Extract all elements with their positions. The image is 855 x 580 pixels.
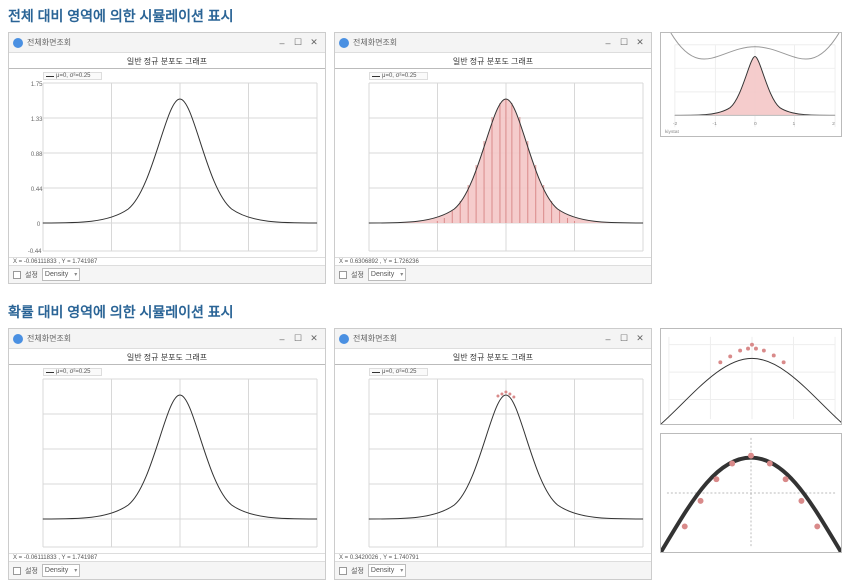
settings-checkbox[interactable] — [13, 567, 21, 575]
status-bar: 설정 Density ▾ — [335, 561, 651, 579]
plot-svg: 1.75 1.33 0.88 0.44 0 -0.44 — [9, 69, 325, 257]
app-icon — [13, 334, 23, 344]
coord-readout: X = 0.3420026 , Y = 1.740791 — [335, 553, 651, 561]
density-dropdown[interactable]: Density ▾ — [42, 268, 80, 281]
plot-svg — [9, 365, 325, 553]
minimize-button[interactable]: – — [601, 332, 615, 346]
side-column-2 — [660, 328, 842, 580]
preview-fill-full: -2 -1 0 1 2 kiystat — [660, 32, 842, 137]
titlebar: 전체화면조회 – ☐ ✕ — [9, 33, 325, 53]
close-button[interactable]: ✕ — [307, 36, 321, 50]
app-icon — [339, 334, 349, 344]
chart-area: μ=0, σ²=0.25 — [335, 365, 651, 553]
row-1: 전체화면조회 – ☐ ✕ 일반 정규 분포도 그래프 μ=0, σ²=0.25 — [8, 32, 847, 284]
settings-label: 설정 — [25, 270, 38, 280]
window-title: 전체화면조회 — [353, 37, 397, 48]
svg-text:-1: -1 — [712, 121, 717, 127]
window-title: 전체화면조회 — [27, 333, 71, 344]
dropdown-value: Density — [371, 271, 394, 278]
status-bar: 설정 Density ▾ — [9, 265, 325, 283]
svg-text:kiystat: kiystat — [665, 129, 680, 135]
svg-text:1: 1 — [793, 121, 796, 127]
dropdown-arrow-icon: ▾ — [74, 567, 77, 574]
settings-label: 설정 — [351, 566, 364, 576]
section-title-prob: 확률 대비 영역에 의한 시뮬레이션 표시 — [8, 302, 847, 322]
settings-checkbox[interactable] — [339, 271, 347, 279]
plot-svg — [335, 365, 651, 553]
chart-title: 일반 정규 분포도 그래프 — [335, 349, 651, 365]
svg-text:0.88: 0.88 — [31, 152, 43, 158]
maximize-button[interactable]: ☐ — [291, 36, 305, 50]
chart-area: μ=0, σ²=0.25 1.75 1.33 0.88 0.44 0 -0.44 — [9, 69, 325, 257]
density-dropdown[interactable]: Density ▾ — [42, 564, 80, 577]
plot-svg — [335, 69, 651, 257]
row-2: 전체화면조회 – ☐ ✕ 일반 정규 분포도 그래프 μ=0, σ²=0.25 — [8, 328, 847, 580]
chart-area: μ=0, σ²=0.25 — [9, 365, 325, 553]
app-icon — [13, 38, 23, 48]
svg-text:2: 2 — [832, 121, 835, 127]
settings-checkbox[interactable] — [13, 271, 21, 279]
status-bar: 설정 Density ▾ — [9, 561, 325, 579]
dropdown-value: Density — [371, 567, 394, 574]
coord-readout: X = 0.6306892 , Y = 1.726236 — [335, 257, 651, 265]
titlebar: 전체화면조회 – ☐ ✕ — [335, 33, 651, 53]
chart-title: 일반 정규 분포도 그래프 — [9, 349, 325, 365]
section-title-full: 전체 대비 영역에 의한 시뮬레이션 표시 — [8, 6, 847, 26]
svg-text:0: 0 — [754, 121, 757, 127]
close-button[interactable]: ✕ — [307, 332, 321, 346]
window-title: 전체화면조회 — [353, 333, 397, 344]
close-button[interactable]: ✕ — [633, 36, 647, 50]
app-window-1: 전체화면조회 – ☐ ✕ 일반 정규 분포도 그래프 μ=0, σ²=0.25 — [8, 32, 326, 284]
maximize-button[interactable]: ☐ — [617, 332, 631, 346]
app-window-2: 전체화면조회 – ☐ ✕ 일반 정규 분포도 그래프 μ=0, σ²=0.25 — [334, 32, 652, 284]
settings-label: 설정 — [351, 270, 364, 280]
preview-thick-arc — [660, 433, 842, 553]
side-column-1: -2 -1 0 1 2 kiystat — [660, 32, 842, 284]
dropdown-value: Density — [45, 271, 68, 278]
coord-readout: X = -0.06111833 , Y = 1.741987 — [9, 553, 325, 561]
window-title: 전체화면조회 — [27, 37, 71, 48]
maximize-button[interactable]: ☐ — [291, 332, 305, 346]
minimize-button[interactable]: – — [275, 332, 289, 346]
dropdown-arrow-icon: ▾ — [400, 567, 403, 574]
chart-title: 일반 정규 분포도 그래프 — [335, 53, 651, 69]
minimize-button[interactable]: – — [275, 36, 289, 50]
settings-label: 설정 — [25, 566, 38, 576]
minimize-button[interactable]: – — [601, 36, 615, 50]
app-window-4: 전체화면조회 – ☐ ✕ 일반 정규 분포도 그래프 μ=0, σ²=0.25 — [334, 328, 652, 580]
chart-title: 일반 정규 분포도 그래프 — [9, 53, 325, 69]
svg-text:0.44: 0.44 — [31, 187, 43, 193]
svg-text:1.75: 1.75 — [31, 82, 43, 88]
dropdown-arrow-icon: ▾ — [74, 271, 77, 278]
dropdown-value: Density — [45, 567, 68, 574]
titlebar: 전체화면조회 – ☐ ✕ — [335, 329, 651, 349]
density-dropdown[interactable]: Density ▾ — [368, 268, 406, 281]
dropdown-arrow-icon: ▾ — [400, 271, 403, 278]
status-bar: 설정 Density ▾ — [335, 265, 651, 283]
svg-text:1.33: 1.33 — [31, 117, 43, 123]
app-window-3: 전체화면조회 – ☐ ✕ 일반 정규 분포도 그래프 μ=0, σ²=0.25 — [8, 328, 326, 580]
svg-text:-0.44: -0.44 — [28, 249, 42, 255]
density-dropdown[interactable]: Density ▾ — [368, 564, 406, 577]
svg-text:0: 0 — [37, 222, 41, 228]
chart-area: μ=0, σ²=0.25 — [335, 69, 651, 257]
close-button[interactable]: ✕ — [633, 332, 647, 346]
maximize-button[interactable]: ☐ — [617, 36, 631, 50]
titlebar: 전체화면조회 – ☐ ✕ — [9, 329, 325, 349]
svg-text:-2: -2 — [673, 121, 678, 127]
settings-checkbox[interactable] — [339, 567, 347, 575]
preview-peak-dots — [660, 328, 842, 425]
coord-readout: X = -0.06111833 , Y = 1.741987 — [9, 257, 325, 265]
app-icon — [339, 38, 349, 48]
